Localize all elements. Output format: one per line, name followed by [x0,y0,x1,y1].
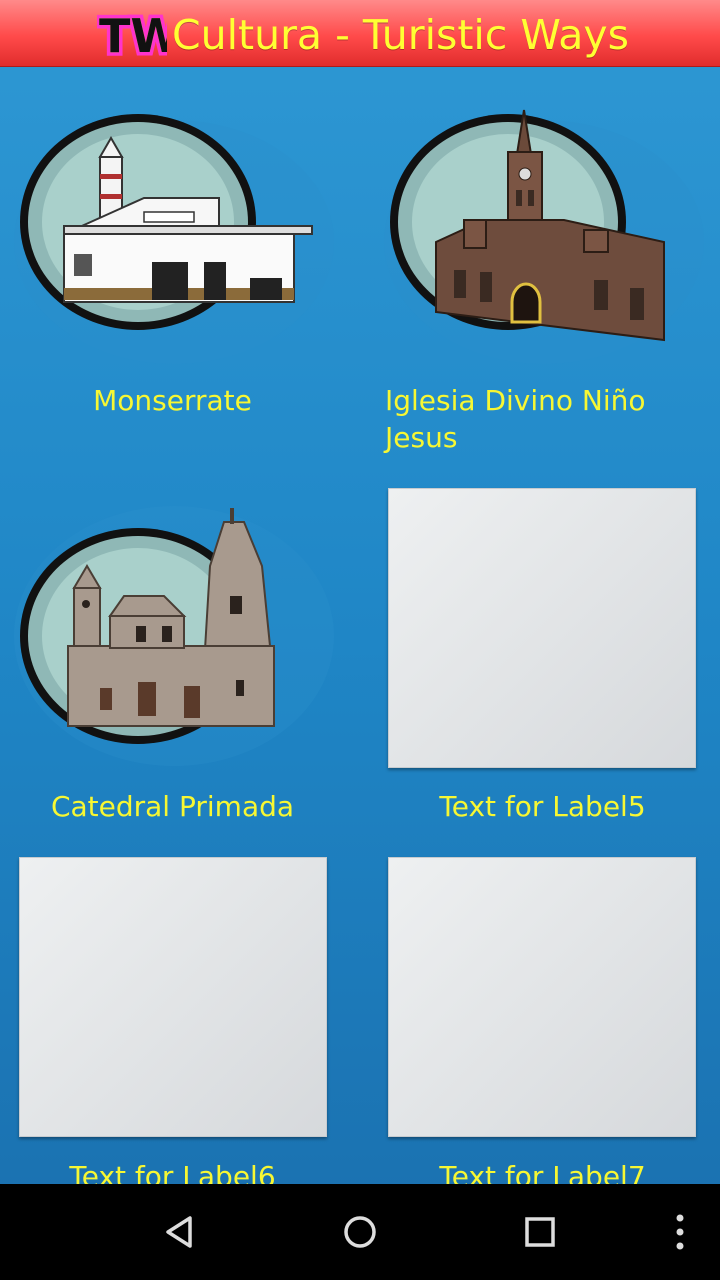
place-tile-label7[interactable]: Text for Label7 [370,856,715,1184]
divino-nino-church-image[interactable] [384,102,704,382]
place-tile-catedral-primada[interactable]: Catedral Primada [0,486,345,856]
place-label-catedral-primada[interactable]: Catedral Primada [0,788,345,825]
tw-logo-icon: TW TW [97,6,167,62]
place-tile-monserrate[interactable]: Monserrate [0,66,345,466]
overflow-menu-icon[interactable] [650,1202,710,1262]
place-label-line-1: Iglesia Divino Niño [385,384,646,417]
place-label-divino-nino[interactable]: Iglesia Divino Niño Jesus [385,382,705,456]
svg-text:TW: TW [99,9,167,62]
home-icon[interactable] [330,1202,390,1262]
place-tile-label5[interactable]: Text for Label5 [370,486,715,856]
place-label-monserrate[interactable]: Monserrate [0,382,345,419]
place-label-label5[interactable]: Text for Label5 [370,788,715,825]
back-icon[interactable] [150,1202,210,1262]
app-header: TW TW Cultura - Turistic Ways [0,0,720,67]
place-label-label6[interactable]: Text for Label6 [0,1158,345,1184]
place-label-label7[interactable]: Text for Label7 [370,1158,715,1184]
recents-icon[interactable] [510,1202,570,1262]
page-title: Cultura - Turistic Ways [172,11,630,59]
place-label-line-2: Jesus [385,421,458,454]
place-tile-label6[interactable]: Text for Label6 [0,856,345,1184]
places-grid[interactable]: Monserrate Iglesia Divino Niño Jesus Cat… [0,66,720,1184]
catedral-primada-image[interactable] [14,496,334,776]
empty-image-placeholder[interactable] [388,857,696,1137]
empty-image-placeholder[interactable] [19,857,327,1137]
place-tile-divino-nino[interactable]: Iglesia Divino Niño Jesus [370,66,715,466]
monserrate-church-image[interactable] [14,102,334,382]
empty-image-placeholder[interactable] [388,488,696,768]
system-navigation-bar [0,1184,720,1280]
